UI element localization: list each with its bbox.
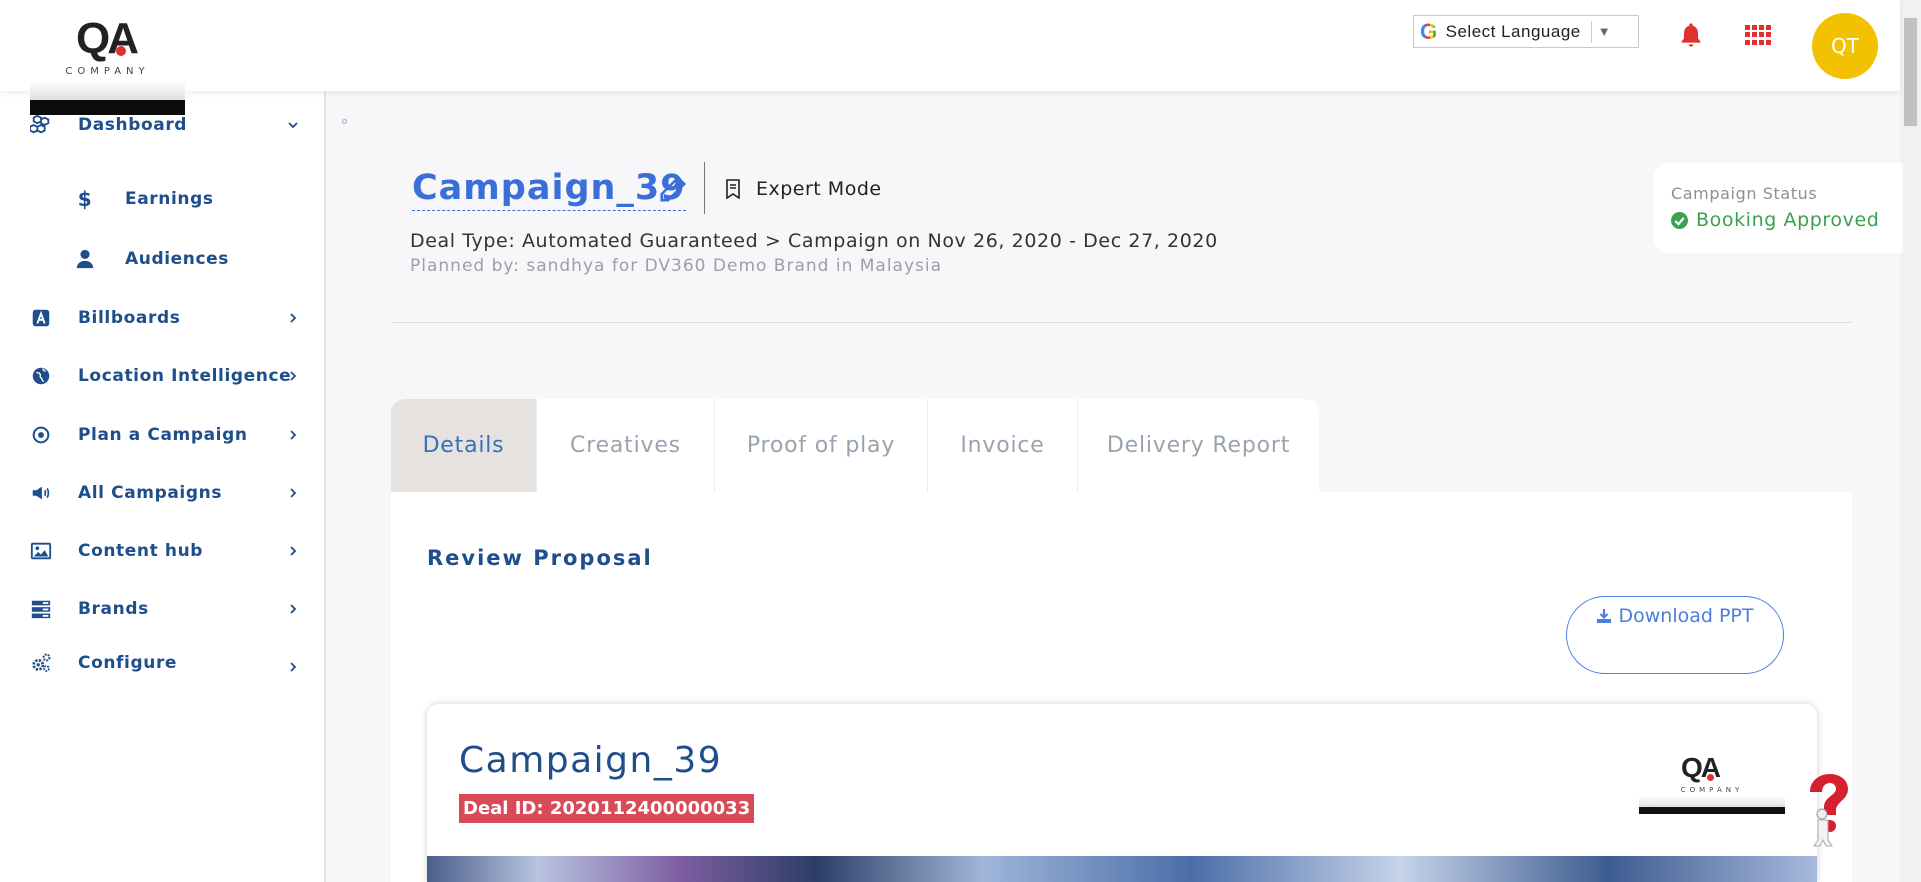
- tab-delivery-report[interactable]: Delivery Report: [1078, 399, 1319, 492]
- proposal-logo: QA COMPANY: [1639, 752, 1785, 814]
- sidebar-item-label: Billboards: [78, 308, 181, 328]
- campaign-tabs: Details Creatives Proof of play Invoice …: [391, 399, 1319, 492]
- language-select-divider: [1590, 20, 1592, 43]
- sidebar-item-label: Configure: [78, 653, 178, 673]
- sidebar-item-all-campaigns[interactable]: All Campaigns: [0, 473, 326, 513]
- brands-icon: [31, 600, 51, 619]
- campaign-status-value: Booking Approved: [1671, 209, 1879, 231]
- sidebar-item-label: Audiences: [125, 249, 230, 269]
- dropdown-arrow-icon: ▼: [1597, 24, 1612, 39]
- campaign-status-label: Campaign Status: [1671, 184, 1818, 203]
- sidebar-item-configure[interactable]: Configure: [0, 643, 326, 683]
- expert-mode-toggle[interactable]: Expert Mode: [724, 178, 882, 200]
- grid-icon[interactable]: [1745, 25, 1771, 45]
- bell-icon[interactable]: [1677, 21, 1705, 49]
- download-ppt-label: Download PPT: [1618, 605, 1754, 627]
- chevron-right-icon: [290, 371, 297, 381]
- details-panel: Review Proposal Download PPT Campaign_39…: [391, 492, 1852, 882]
- campaign-title[interactable]: Campaign_39: [412, 168, 686, 211]
- proposal-card: Campaign_39 Deal ID: 2020112400000033 QA…: [427, 704, 1817, 882]
- sidebar-item-label: Earnings: [125, 189, 214, 209]
- proposal-title: Campaign_39: [459, 740, 723, 781]
- sidebar-item-audiences[interactable]: Audiences: [0, 239, 326, 279]
- chevron-right-icon: [290, 488, 297, 498]
- image-icon: [30, 542, 52, 560]
- sidebar-item-label: Dashboard: [78, 115, 188, 135]
- logo-fade: [30, 80, 185, 102]
- proposal-logo-wordmark: QA: [1681, 752, 1721, 783]
- collapse-indicator[interactable]: [342, 119, 347, 124]
- page-scrollbar[interactable]: [1900, 0, 1921, 882]
- sidebar-item-label: Plan a Campaign: [78, 425, 248, 445]
- proposal-logo-strip: [1639, 807, 1785, 814]
- chevron-right-icon: [290, 430, 297, 440]
- logo-subtitle: COMPANY: [65, 66, 150, 77]
- cogs-icon: [32, 653, 51, 672]
- top-bar: QA COMPANY G Select Language ▼ QT: [0, 0, 1900, 115]
- megaphone-icon: [32, 486, 50, 500]
- title-divider: [704, 162, 705, 214]
- status-text: Booking Approved: [1696, 209, 1880, 231]
- tab-invoice[interactable]: Invoice: [928, 399, 1078, 492]
- logo-strip: [30, 100, 185, 115]
- planned-by-text: Planned by: sandhya for DV360 Demo Brand…: [410, 256, 943, 276]
- chevron-right-icon: [290, 604, 297, 614]
- tab-details[interactable]: Details: [391, 399, 537, 492]
- language-select-label: Select Language: [1445, 21, 1581, 41]
- cubes-icon: [30, 114, 50, 134]
- target-icon: [32, 426, 50, 444]
- chevron-right-icon: [290, 662, 297, 672]
- globe-icon: [32, 367, 50, 385]
- sidebar: Dashboard $ Earnings Audiences Billboard…: [0, 91, 326, 882]
- company-logo[interactable]: QA COMPANY: [30, 8, 185, 115]
- dollar-icon: $: [77, 187, 93, 211]
- sidebar-item-label: Content hub: [78, 541, 204, 561]
- avatar[interactable]: QT: [1812, 13, 1878, 79]
- sidebar-item-label: All Campaigns: [78, 483, 223, 503]
- billboard-icon: [32, 309, 50, 327]
- tab-proof-of-play[interactable]: Proof of play: [715, 399, 928, 492]
- bookmark-icon: [726, 179, 740, 199]
- logo-wordmark: QA: [76, 14, 139, 63]
- sidebar-item-content-hub[interactable]: Content hub: [0, 531, 326, 571]
- google-g-icon: G: [1420, 18, 1438, 44]
- campaign-cover-image: [427, 856, 1817, 882]
- tab-creatives[interactable]: Creatives: [537, 399, 715, 492]
- check-circle-icon: [1671, 211, 1688, 229]
- review-proposal-heading: Review Proposal: [427, 546, 653, 570]
- sidebar-item-plan-a-campaign[interactable]: Plan a Campaign: [0, 415, 326, 455]
- download-icon: [1597, 609, 1612, 623]
- scrollbar-thumb[interactable]: [1904, 18, 1917, 126]
- proposal-logo-subtitle: COMPANY: [1680, 786, 1744, 794]
- divider: [391, 322, 1852, 323]
- chevron-down-icon: [288, 122, 298, 129]
- pencil-icon[interactable]: [658, 174, 688, 204]
- deal-type-breadcrumb: Deal Type: Automated Guaranteed > Campai…: [410, 230, 1218, 252]
- deal-id-badge: Deal ID: 2020112400000033: [459, 794, 755, 823]
- chevron-right-icon: [290, 313, 297, 323]
- sidebar-item-location-intelligence[interactable]: Location Intelligence: [0, 356, 326, 396]
- sidebar-item-brands[interactable]: Brands: [0, 589, 326, 629]
- language-select[interactable]: G Select Language ▼: [1413, 15, 1639, 48]
- campaign-status-card: Campaign Status Booking Approved: [1653, 163, 1903, 253]
- help-question-icon[interactable]: [1800, 770, 1850, 850]
- sidebar-item-earnings[interactable]: $ Earnings: [0, 179, 326, 219]
- chevron-right-icon: [290, 546, 297, 556]
- user-icon: [76, 249, 94, 269]
- sidebar-item-billboards[interactable]: Billboards: [0, 298, 326, 338]
- sidebar-item-label: Location Intelligence: [78, 366, 292, 386]
- download-ppt-button[interactable]: Download PPT: [1566, 596, 1784, 674]
- expert-mode-label: Expert Mode: [756, 178, 882, 200]
- sidebar-item-label: Brands: [78, 599, 149, 619]
